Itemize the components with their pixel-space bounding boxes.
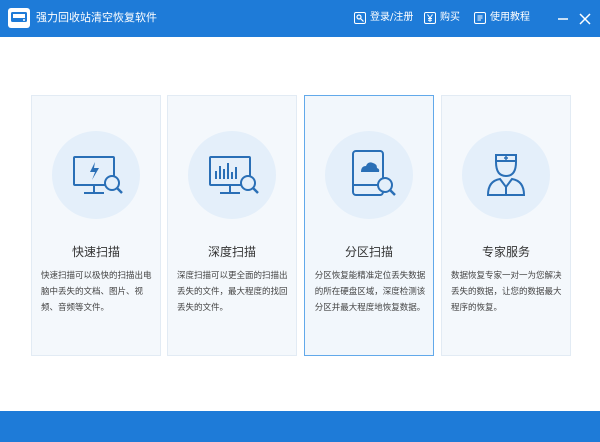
expert-person-icon [462, 131, 550, 219]
main-panel: 快速扫描 快速扫描可以极快的扫描出电脑中丢失的文档、图片、视频、音频等文件。 深… [0, 37, 600, 392]
card-title: 分区扫描 [344, 245, 393, 259]
tutorial-link[interactable]: 使用教程 [474, 11, 530, 25]
app-title: 强力回收站清空恢复软件 [36, 11, 157, 24]
card-description: 快速扫描可以极快的扫描出电脑中丢失的文档、图片、视频、音频等文件。 [41, 271, 152, 313]
close-icon [579, 13, 591, 25]
buy-link[interactable]: 购买 [424, 11, 460, 25]
card-title: 快速扫描 [71, 245, 120, 259]
card-description: 数据恢复专家一对一为您解决丢失的数据，让您的数据最大程序的恢复。 [451, 271, 562, 313]
yen-icon [424, 12, 436, 24]
card-description: 深度扫描可以更全面的扫描出丢失的文件，最大程度的找回丢失的文件。 [177, 271, 288, 313]
card-title: 深度扫描 [207, 245, 256, 259]
book-icon [474, 12, 486, 24]
drive-cloud-search-icon [325, 131, 413, 219]
minimize-icon [558, 18, 568, 20]
monitor-flash-search-icon [52, 131, 140, 219]
monitor-chart-search-icon [188, 131, 276, 219]
expert-service-card[interactable]: 专家服务 数据恢复专家一对一为您解决丢失的数据，让您的数据最大程序的恢复。 [441, 95, 571, 356]
bottom-bar [0, 411, 600, 442]
card-title: 专家服务 [481, 245, 530, 259]
buy-label: 购买 [440, 12, 460, 23]
partition-scan-card[interactable]: 分区扫描 分区恢复能精准定位丢失数据的所在硬盘区域，深度检测该分区并最大程度地恢… [304, 95, 434, 356]
minimize-button[interactable] [552, 0, 574, 37]
title-bar: 强力回收站清空恢复软件 登录/注册 购买 使用教程 [0, 0, 600, 37]
quick-scan-card[interactable]: 快速扫描 快速扫描可以极快的扫描出电脑中丢失的文档、图片、视频、音频等文件。 [31, 95, 161, 356]
login-register-label: 登录/注册 [370, 12, 414, 23]
card-description: 分区恢复能精准定位丢失数据的所在硬盘区域，深度检测该分区并最大程度地恢复数据。 [314, 271, 426, 313]
deep-scan-card[interactable]: 深度扫描 深度扫描可以更全面的扫描出丢失的文件，最大程度的找回丢失的文件。 [167, 95, 297, 356]
app-logo-icon [8, 8, 30, 28]
login-register-link[interactable]: 登录/注册 [354, 11, 413, 25]
tutorial-label: 使用教程 [490, 12, 530, 23]
user-key-icon [354, 12, 366, 24]
close-button[interactable] [574, 0, 596, 37]
